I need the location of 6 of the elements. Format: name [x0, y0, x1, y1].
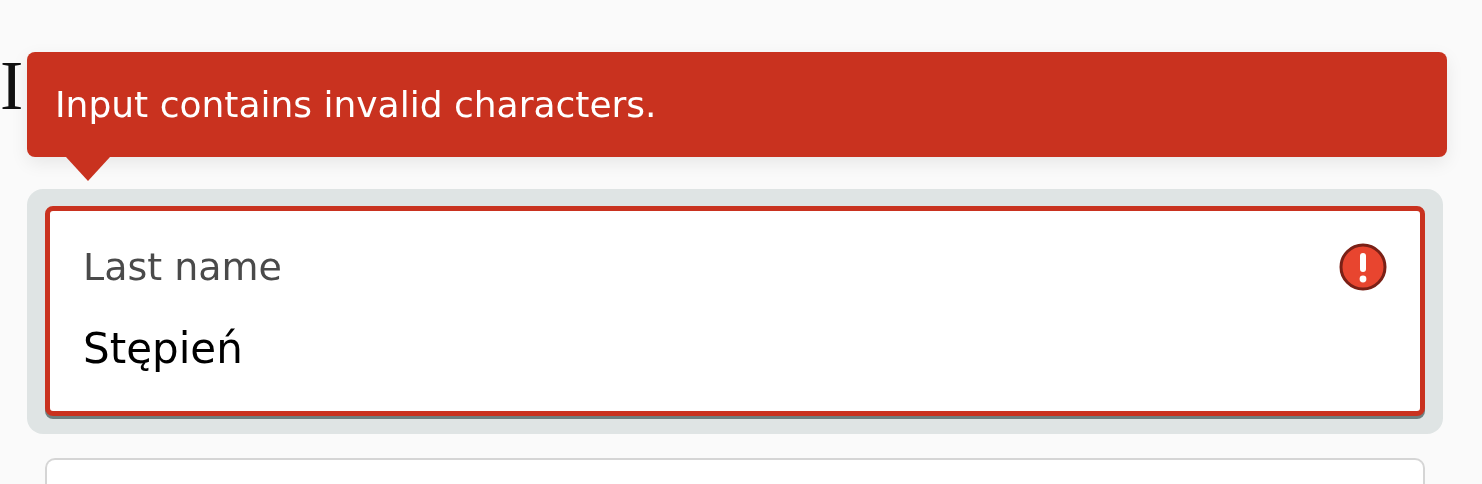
- error-icon: [1338, 242, 1388, 292]
- input-field[interactable]: Last name Stępień: [45, 206, 1425, 416]
- heading-text: I: [0, 46, 25, 126]
- error-tooltip: Input contains invalid characters.: [27, 52, 1447, 157]
- field-label: Last name: [83, 245, 282, 289]
- input-field[interactable]: [45, 458, 1425, 484]
